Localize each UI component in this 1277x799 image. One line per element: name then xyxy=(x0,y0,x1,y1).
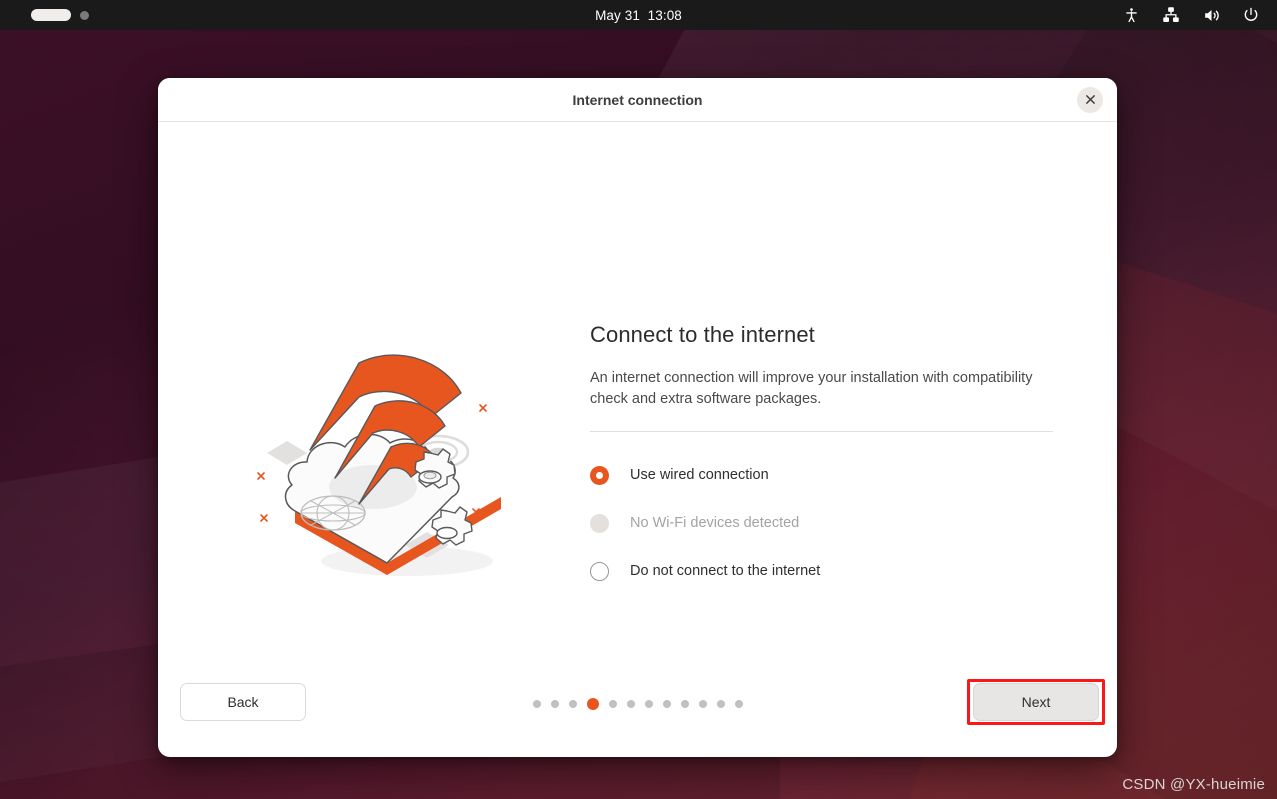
dialog-title: Internet connection xyxy=(572,91,703,108)
internet-connection-illustration xyxy=(255,337,535,587)
radio-icon-wifi xyxy=(590,513,609,533)
progress-dot-active xyxy=(586,698,599,710)
installer-dialog: Internet connection Connect to the inter… xyxy=(158,78,1117,757)
radio-icon-no-connection[interactable] xyxy=(590,561,609,581)
progress-dot xyxy=(644,700,653,708)
next-button[interactable]: Next xyxy=(973,683,1099,721)
option-no-wifi-detected: No Wi-Fi devices detected xyxy=(590,506,1055,540)
top-bar-left-section xyxy=(0,9,300,21)
radio-icon-wired[interactable] xyxy=(590,465,609,485)
workspace-indicator-active[interactable] xyxy=(31,9,71,21)
option-label-no-connection: Do not connect to the internet xyxy=(630,563,821,580)
connection-options-group: Use wired connection No Wi-Fi devices de… xyxy=(590,458,1055,588)
accessibility-icon[interactable] xyxy=(1121,5,1141,25)
progress-dot xyxy=(608,700,617,708)
progress-dot xyxy=(680,700,689,708)
dialog-body: Connect to the internet An internet conn… xyxy=(158,122,1117,757)
option-do-not-connect[interactable]: Do not connect to the internet xyxy=(590,554,1055,588)
progress-dot xyxy=(568,700,577,708)
progress-dot xyxy=(550,700,559,708)
dialog-header: Internet connection xyxy=(158,78,1117,122)
desktop-screen: May 31 13:08 Internet connection Connect… xyxy=(0,0,1277,799)
next-button-highlight: Next xyxy=(967,679,1105,725)
page-description: An internet connection will improve your… xyxy=(590,370,1033,408)
dialog-footer: Back Next xyxy=(158,665,1117,757)
progress-dot xyxy=(662,700,671,708)
option-label-wired: Use wired connection xyxy=(630,467,769,484)
progress-dot xyxy=(698,700,707,708)
clock-label[interactable]: May 31 13:08 xyxy=(595,8,682,23)
option-label-wifi: No Wi-Fi devices detected xyxy=(630,515,800,532)
top-bar: May 31 13:08 xyxy=(0,0,1277,30)
progress-dot xyxy=(734,700,743,708)
page-title: Connect to the internet xyxy=(590,322,815,347)
network-wired-icon[interactable] xyxy=(1161,5,1181,25)
content-column: Connect to the internet An internet conn… xyxy=(590,322,1055,588)
top-bar-right-section xyxy=(977,5,1277,25)
progress-dot xyxy=(532,700,541,708)
top-bar-center-section: May 31 13:08 xyxy=(300,8,977,23)
progress-dot xyxy=(716,700,725,708)
progress-dot xyxy=(626,700,635,708)
power-icon[interactable] xyxy=(1241,5,1261,25)
content-divider xyxy=(590,431,1053,433)
watermark-label: CSDN @YX-hueimie xyxy=(1122,776,1265,793)
option-use-wired-connection[interactable]: Use wired connection xyxy=(590,458,1055,492)
volume-icon[interactable] xyxy=(1201,5,1221,25)
workspace-indicator-inactive[interactable] xyxy=(80,10,89,20)
close-icon[interactable] xyxy=(1077,86,1103,113)
